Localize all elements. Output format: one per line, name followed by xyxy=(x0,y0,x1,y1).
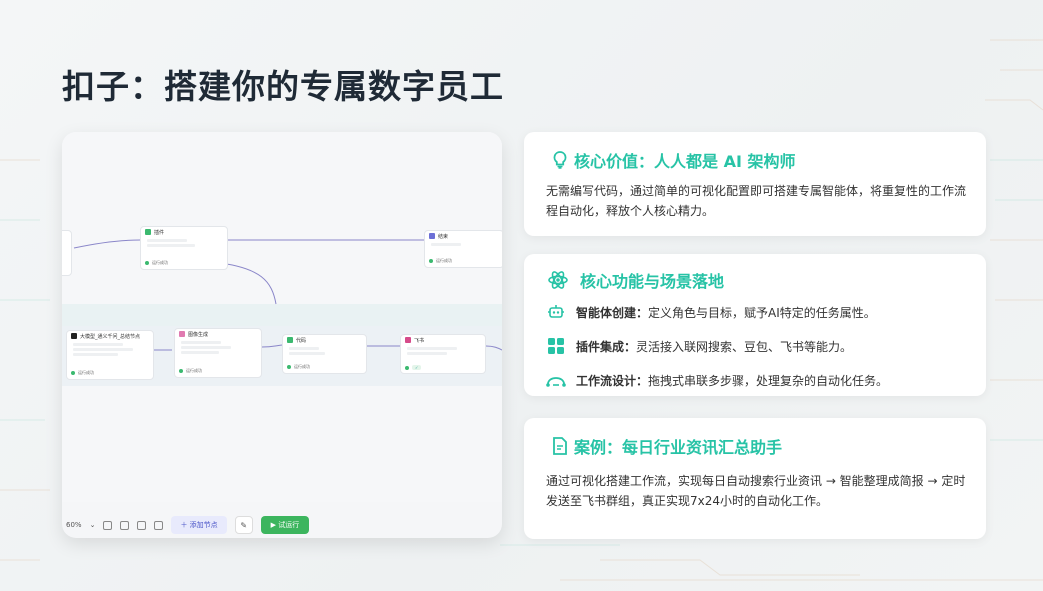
workflow-connections xyxy=(73,239,502,351)
comment-icon[interactable] xyxy=(103,520,113,530)
add-node-button[interactable]: ＋ 添加节点 xyxy=(171,516,227,534)
lightbulb-icon xyxy=(550,150,570,170)
slide-title: 扣子：搭建你的专属数字员工 xyxy=(62,67,504,106)
workflow-node[interactable]: 大模型_通义千问_总结节点 运行成功 xyxy=(66,330,154,380)
workflow-node[interactable]: 结束 运行成功 xyxy=(424,230,502,268)
image-icon xyxy=(179,331,185,337)
core-value-card: 核心价值：人人都是 AI 架构师 无需编写代码，通过简单的可视化配置即可搭建专属… xyxy=(524,132,986,236)
case-card: 案例：每日行业资讯汇总助手 通过可视化搭建工作流，实现每日自动搜索行业资讯 → … xyxy=(524,418,986,539)
workflow-toolbar: 60% ⌄ ＋ 添加节点 ✎ ▶ 试运行 xyxy=(62,512,502,538)
code-icon xyxy=(287,337,293,343)
image-icon[interactable] xyxy=(137,520,147,530)
card-title: 核心价值：人人都是 AI 架构师 xyxy=(574,152,796,171)
workflow-canvas[interactable]: 插件 运行成功 结束 运行成功 大模型_通义千问_总结节点 运行成功 图像生成 … xyxy=(62,132,502,502)
workflow-screenshot: 插件 运行成功 结束 运行成功 大模型_通义千问_总结节点 运行成功 图像生成 … xyxy=(62,132,502,538)
minimap-icon[interactable] xyxy=(154,520,164,530)
feature-item: 工作流设计：拖拽式串联多步骤，处理复杂的自动化任务。 xyxy=(546,370,888,390)
feature-item: 插件集成：灵活接入联网搜索、豆包、飞书等能力。 xyxy=(546,336,888,356)
workflow-node[interactable]: 代码 运行成功 xyxy=(282,334,367,374)
feature-item: 智能体创建：定义角色与目标，赋予AI特定的任务属性。 xyxy=(546,302,888,322)
grid-icon xyxy=(546,336,566,356)
workflow-node[interactable]: 插件 运行成功 xyxy=(140,226,228,270)
zoom-level[interactable]: 60% xyxy=(66,521,82,529)
workflow-node[interactable]: 飞书 ✓ xyxy=(400,334,486,374)
layout-icon[interactable] xyxy=(120,520,130,530)
wrench-icon[interactable]: ✎ xyxy=(234,516,253,534)
plugin-icon xyxy=(145,229,151,235)
feishu-icon xyxy=(405,337,411,343)
chevron-down-icon[interactable]: ⌄ xyxy=(90,521,96,529)
robot-icon xyxy=(546,302,566,322)
card-title: 案例：每日行业资讯汇总助手 xyxy=(574,438,783,457)
card-body: 通过可视化搭建工作流，实现每日自动搜索行业资讯 → 智能整理成简报 → 定时发送… xyxy=(546,474,966,508)
workflow-node[interactable]: 图像生成 运行成功 xyxy=(174,328,262,378)
atom-icon xyxy=(548,270,568,290)
core-features-card: 核心功能与场景落地 智能体创建：定义角色与目标，赋予AI特定的任务属性。 插件集… xyxy=(524,254,986,396)
workflow-node[interactable] xyxy=(62,230,72,276)
document-icon xyxy=(550,436,570,456)
card-body: 无需编写代码，通过简单的可视化配置即可搭建专属智能体，将重复性的工作流程自动化，… xyxy=(546,184,967,218)
flow-icon xyxy=(546,370,566,390)
llm-icon xyxy=(71,333,77,339)
end-icon xyxy=(429,233,435,239)
test-run-button[interactable]: ▶ 试运行 xyxy=(260,516,310,534)
